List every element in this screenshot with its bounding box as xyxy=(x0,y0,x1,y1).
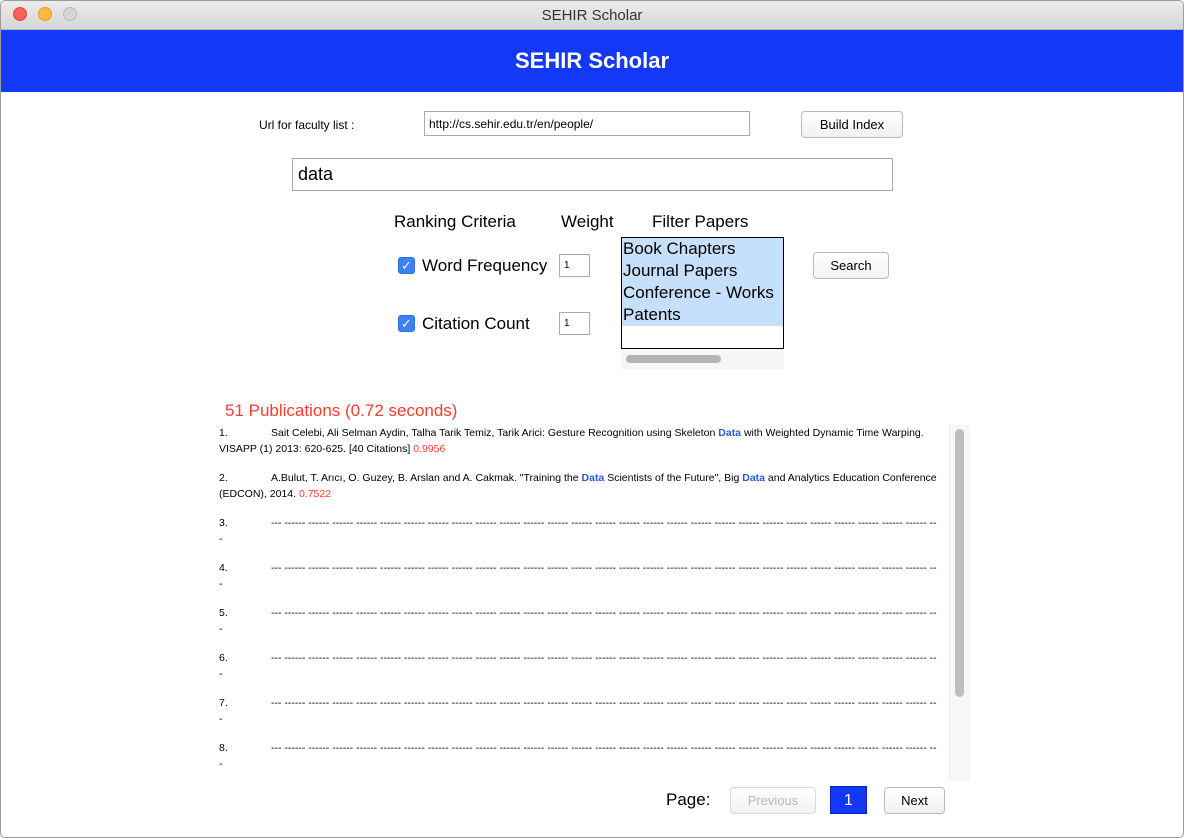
result-item: 4. --- ------ ------ ------ ------ ------… xyxy=(219,560,939,592)
filter-option-journal-papers[interactable]: Journal Papers xyxy=(623,261,737,281)
result-number: 7. xyxy=(219,697,228,709)
results-vertical-scrollbar[interactable] xyxy=(949,425,970,781)
filter-horizontal-scrollbar[interactable] xyxy=(621,349,784,369)
result-text: --- ------ ------ ------ ------ ------ -… xyxy=(219,697,937,725)
next-page-button[interactable]: Next xyxy=(884,787,945,814)
word-frequency-weight-input[interactable] xyxy=(559,254,590,277)
result-text: Scientists of the Future", Big xyxy=(604,472,743,484)
result-item: 8. --- ------ ------ ------ ------ ------… xyxy=(219,740,939,772)
results-scroll-thumb[interactable] xyxy=(955,429,964,697)
app-window: SEHIR Scholar SEHIR Scholar Url for facu… xyxy=(0,0,1184,838)
citation-count-label: Citation Count xyxy=(422,314,530,333)
result-item: 3. --- ------ ------ ------ ------ ------… xyxy=(219,515,939,547)
filter-option-patents[interactable]: Patents xyxy=(623,305,681,325)
filter-option-conference-works[interactable]: Conference - Works xyxy=(623,283,774,303)
app-title: SEHIR Scholar xyxy=(514,48,670,73)
result-text: Sait Celebi, Ali Selman Aydin, Talha Tar… xyxy=(271,427,719,439)
result-text: --- ------ ------ ------ ------ ------ -… xyxy=(219,607,937,635)
filter-papers-header: Filter Papers xyxy=(652,212,749,231)
result-text: --- ------ ------ ------ ------ ------ -… xyxy=(219,742,937,770)
faculty-url-input[interactable] xyxy=(424,111,750,136)
search-button[interactable]: Search xyxy=(813,252,889,279)
results-list: 1. Sait Celebi, Ali Selman Aydin, Talha T… xyxy=(219,425,939,781)
ranking-criteria-header: Ranking Criteria xyxy=(394,212,516,231)
result-score: 0.7522 xyxy=(298,488,332,500)
app-header: SEHIR Scholar xyxy=(1,30,1183,92)
result-score: 0.9956 xyxy=(413,443,446,455)
result-number: 4. xyxy=(219,562,228,574)
result-text: A.Bulut, T. Arıcı, O. Guzey, B. Arslan a… xyxy=(271,472,582,484)
result-keyword: Data xyxy=(718,427,742,439)
result-text: --- ------ ------ ------ ------ ------ -… xyxy=(219,517,937,545)
word-frequency-label: Word Frequency xyxy=(422,256,548,275)
current-page-number[interactable]: 1 xyxy=(830,786,867,814)
citation-count-weight-input[interactable] xyxy=(559,312,590,335)
build-index-button[interactable]: Build Index xyxy=(801,111,903,138)
word-frequency-checkbox[interactable]: ✓ xyxy=(398,257,415,274)
result-number: 3. xyxy=(219,517,228,529)
search-query-input[interactable] xyxy=(292,158,893,191)
result-item: 2. A.Bulut, T. Arıcı, O. Guzey, B. Arslan… xyxy=(219,470,939,502)
result-number: 6. xyxy=(219,652,228,664)
result-number: 5. xyxy=(219,607,228,619)
result-item: 6. --- ------ ------ ------ ------ ------… xyxy=(219,650,939,682)
result-keyword: Data xyxy=(581,472,605,484)
previous-page-button[interactable]: Previous xyxy=(730,787,816,814)
result-item: 7. --- ------ ------ ------ ------ ------… xyxy=(219,695,939,727)
result-keyword: Data xyxy=(742,472,766,484)
result-item: 1. Sait Celebi, Ali Selman Aydin, Talha T… xyxy=(219,425,939,457)
page-label: Page: xyxy=(666,790,711,809)
filter-option-book-chapters[interactable]: Book Chapters xyxy=(623,239,735,259)
results-count: 51 Publications (0.72 seconds) xyxy=(225,401,458,420)
result-item: 5. --- ------ ------ ------ ------ ------… xyxy=(219,605,939,637)
result-number: 2. xyxy=(219,472,228,484)
weight-header: Weight xyxy=(561,212,614,231)
result-number: 8. xyxy=(219,742,228,754)
title-bar: SEHIR Scholar xyxy=(1,1,1183,30)
result-text: --- ------ ------ ------ ------ ------ -… xyxy=(219,652,937,680)
filter-scroll-thumb[interactable] xyxy=(626,355,721,363)
citation-count-checkbox[interactable]: ✓ xyxy=(398,315,415,332)
result-text: --- ------ ------ ------ ------ ------ -… xyxy=(219,562,937,590)
faculty-url-label: Url for faculty list : xyxy=(259,118,355,132)
result-number: 1. xyxy=(219,427,228,439)
window-title: SEHIR Scholar xyxy=(541,7,643,24)
filter-papers-listbox[interactable]: Book Chapters Journal Papers Conference … xyxy=(621,237,784,349)
